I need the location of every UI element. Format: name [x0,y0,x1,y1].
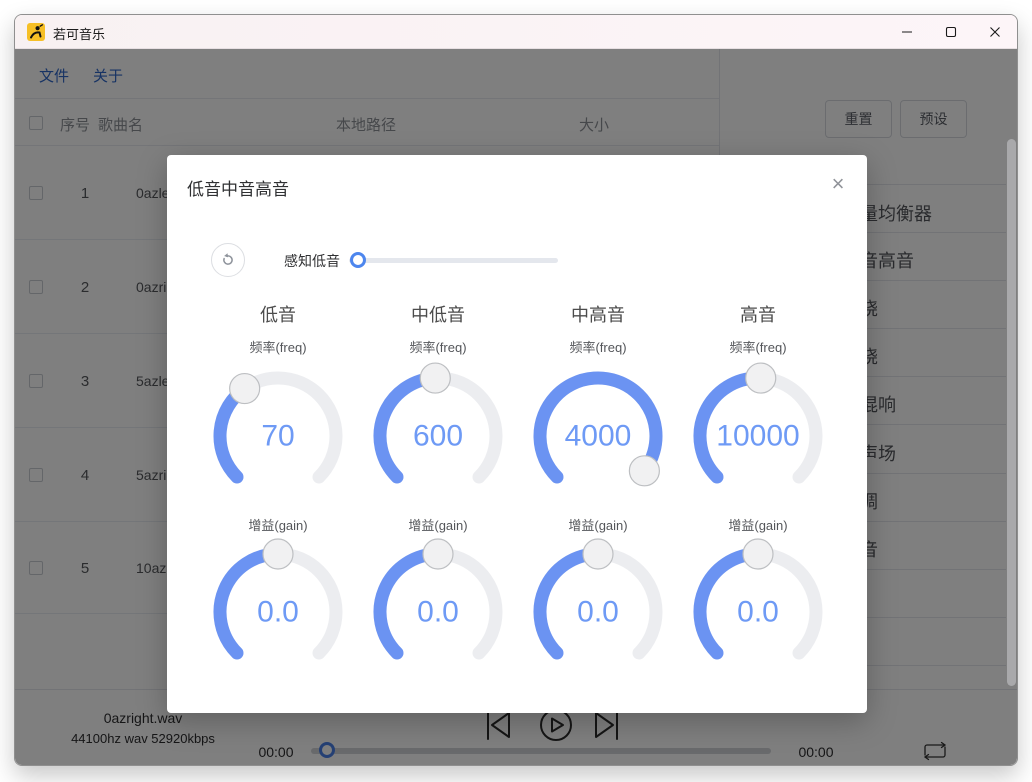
knob-thumb[interactable] [628,455,660,487]
freq-knob[interactable]: 10000 [683,361,833,511]
gain-label: 增益(gain) [728,518,788,533]
gain-label: 增益(gain) [248,518,308,533]
dialog-scrollbar-thumb[interactable] [1007,139,1016,686]
freq-knob[interactable]: 4000 [523,361,673,511]
titlebar: 若可音乐 [15,15,1017,49]
knob-thumb[interactable] [422,538,454,570]
window-controls [885,15,1017,49]
gain-knob[interactable]: 0.0 [523,537,673,687]
knob-value: 70 [261,420,294,453]
freq-label: 频率(freq) [569,340,627,355]
freq-knob[interactable]: 70 [203,361,353,511]
eq-modal: 低音中音高音 × 感知低音 低音频率(freq) 70 增益(gain) 0.0 [167,155,867,713]
modal-title: 低音中音高音 [187,180,289,199]
client-area: 文件 关于 序号 歌曲名 本地路径 大小 10azlef20azrig35azl… [15,49,1017,765]
knob-thumb[interactable] [582,538,614,570]
freq-label: 频率(freq) [249,340,307,355]
gain-knob[interactable]: 0.0 [363,537,513,687]
freq-knob[interactable]: 600 [363,361,513,511]
freq-label: 频率(freq) [729,340,787,355]
knob-value: 0.0 [737,596,779,629]
knob-column: 低音频率(freq) 70 增益(gain) 0.0 [198,301,358,691]
modal-close-icon[interactable]: × [823,169,853,199]
knob-thumb[interactable] [229,372,261,405]
perceived-bass-label: 感知低音 [284,253,340,269]
band-label: 高音 [740,305,776,325]
window-title: 若可音乐 [53,27,106,42]
knob-value: 10000 [716,420,799,453]
app-window: 若可音乐 文件 关于 序号 歌曲名 本地路径 大小 10azlef20azrig… [14,14,1018,766]
gain-label: 增益(gain) [408,518,468,533]
knob-value: 0.0 [577,596,619,629]
gain-knob[interactable]: 0.0 [683,537,833,687]
knob-column: 中低音频率(freq) 600 增益(gain) 0.0 [358,301,518,691]
perceived-bass-slider[interactable] [349,252,558,268]
gain-label: 增益(gain) [568,518,628,533]
rotate-ccw-icon [223,253,233,265]
gain-knob[interactable]: 0.0 [203,537,353,687]
modal-reset-button[interactable] [211,243,245,277]
close-button[interactable] [973,15,1017,49]
freq-label: 频率(freq) [409,340,467,355]
maximize-button[interactable] [929,15,973,49]
knob-column: 中高音频率(freq) 4000 增益(gain) 0.0 [518,301,678,691]
knob-value: 0.0 [417,596,459,629]
knob-thumb[interactable] [742,538,774,570]
minimize-button[interactable] [885,15,929,49]
knob-column: 高音频率(freq) 10000 增益(gain) 0.0 [678,301,838,691]
perceived-bass-thumb[interactable] [350,252,367,268]
knob-thumb[interactable] [419,362,451,394]
knob-value: 600 [413,420,463,453]
band-label: 中低音 [411,305,465,325]
knob-value: 4000 [565,420,632,453]
knob-value: 0.0 [257,596,299,629]
band-label: 中高音 [571,305,625,325]
band-label: 低音 [260,305,296,325]
knob-thumb[interactable] [745,362,777,394]
app-icon [27,23,45,41]
knob-thumb[interactable] [262,538,294,570]
